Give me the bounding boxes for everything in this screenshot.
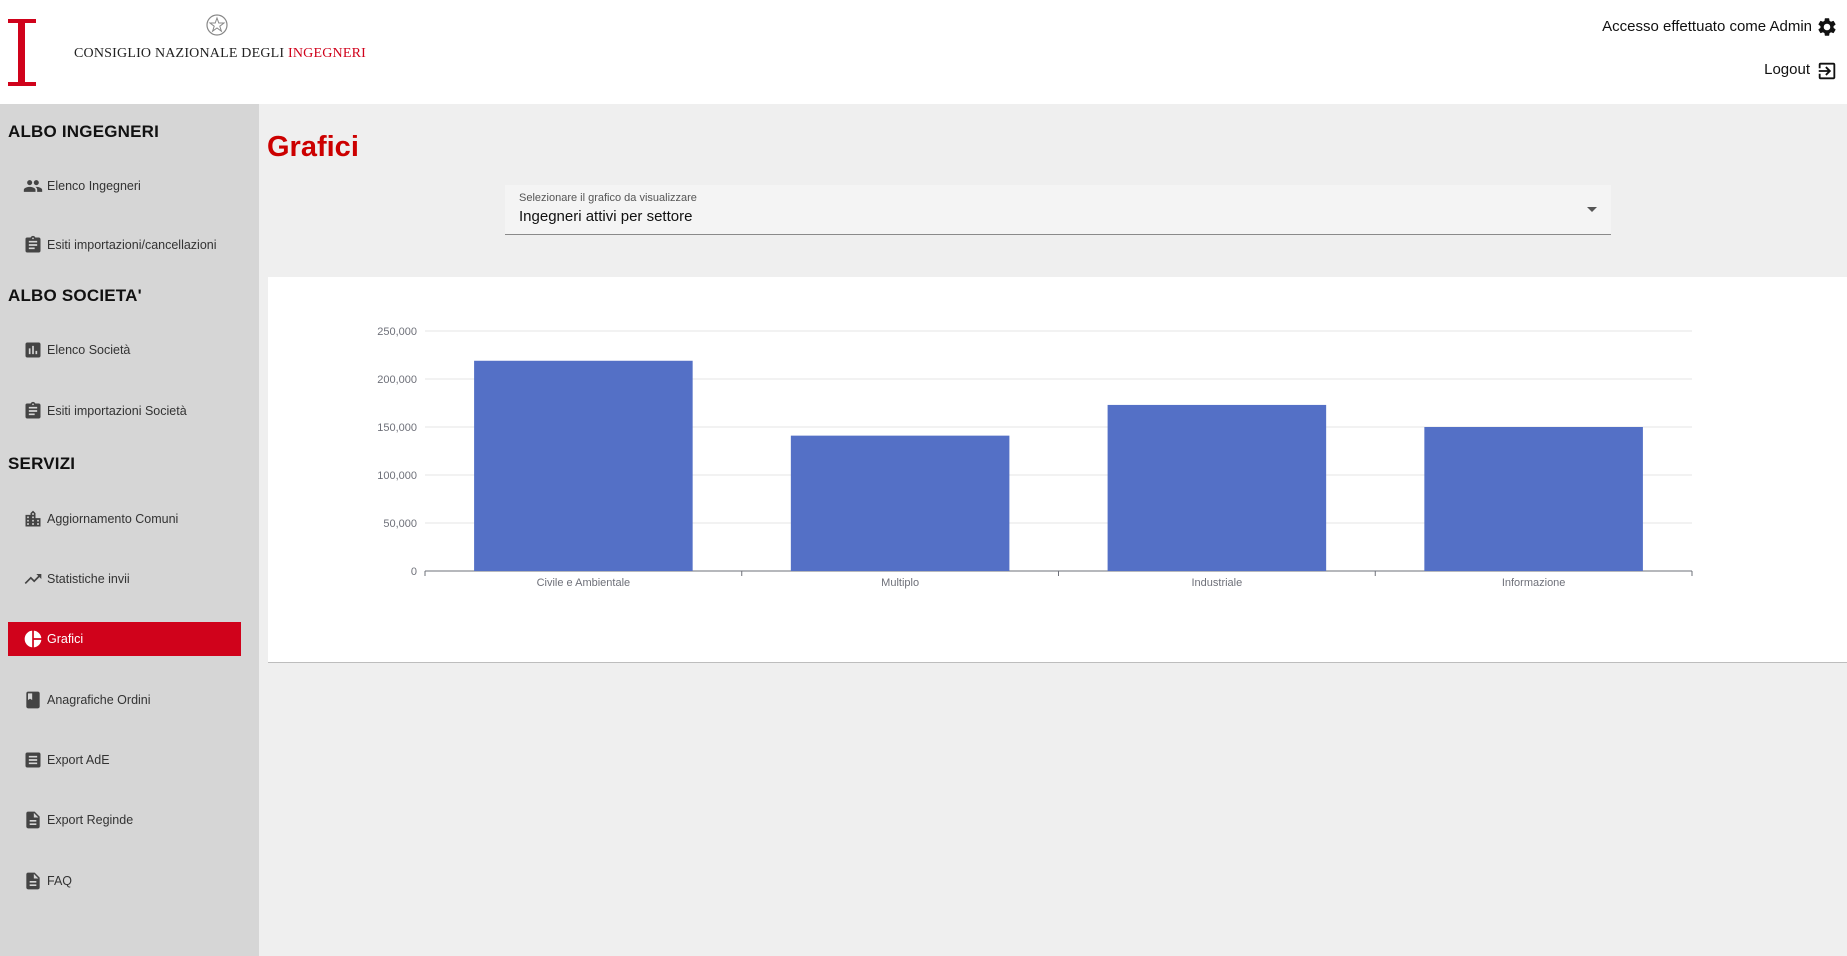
pie-chart-icon xyxy=(23,629,43,649)
bar-chart-icon xyxy=(23,340,43,360)
sidebar-item-export-reginde[interactable]: Export Reginde xyxy=(8,803,241,837)
bar xyxy=(790,435,1010,571)
x-tick-label: Informazione xyxy=(1502,577,1566,589)
sidebar-item-esiti-importazioni-societa[interactable]: Esiti importazioni Società xyxy=(8,394,241,428)
sidebar-item-statistiche-invii[interactable]: Statistiche invii xyxy=(8,562,241,596)
bar xyxy=(1424,427,1643,571)
sidebar-item-label: Elenco Ingegneri xyxy=(47,179,141,193)
clipboard-icon xyxy=(23,401,43,421)
app-header: CONSIGLIO NAZIONALE DEGLI INGEGNERI Acce… xyxy=(0,0,1847,104)
chart-select-dropdown[interactable]: Selezionare il grafico da visualizzare I… xyxy=(505,185,1611,235)
chart-select-value: Ingegneri attivi per settore xyxy=(519,208,693,225)
y-tick-label: 250,000 xyxy=(377,326,417,338)
logout-link[interactable]: Logout xyxy=(1764,61,1810,78)
people-icon xyxy=(23,176,43,196)
republic-emblem-icon xyxy=(206,14,228,36)
x-tick-label: Multiplo xyxy=(881,577,919,589)
section-title-servizi: SERVIZI xyxy=(8,454,76,473)
x-tick-label: Civile e Ambientale xyxy=(537,577,631,589)
sidebar-item-label: Esiti importazioni Società xyxy=(47,404,187,418)
sidebar-item-label: Grafici xyxy=(47,632,84,646)
sidebar-item-faq[interactable]: FAQ xyxy=(8,864,241,898)
x-tick-label: Industriale xyxy=(1191,577,1242,589)
y-tick-label: 0 xyxy=(411,566,417,578)
y-tick-label: 50,000 xyxy=(383,518,417,530)
y-tick-label: 150,000 xyxy=(377,422,417,434)
document-icon xyxy=(23,871,43,891)
sidebar-item-esiti-importazioni[interactable]: Esiti importazioni/cancellazioni xyxy=(8,228,241,262)
chart-select-label: Selezionare il grafico da visualizzare xyxy=(519,192,697,204)
sidebar-item-label: Aggiornamento Comuni xyxy=(47,512,179,526)
sidebar-item-label: Elenco Società xyxy=(47,343,131,357)
sidebar-item-elenco-ingegneri[interactable]: Elenco Ingegneri xyxy=(8,169,241,203)
section-title-albo-ingegneri: ALBO INGEGNERI xyxy=(8,122,160,141)
sidebar: ALBO INGEGNERI Elenco Ingegneri Esiti im… xyxy=(0,104,259,956)
section-title-albo-societa: ALBO SOCIETA' xyxy=(8,286,142,305)
chart-card: 0 50,000 100,000 150,000 200,000 250,000 Civil… xyxy=(268,277,1847,663)
clipboard-icon xyxy=(23,235,43,255)
sidebar-item-label: Statistiche invii xyxy=(47,572,130,586)
sidebar-item-label: Esiti importazioni/cancellazioni xyxy=(47,238,217,252)
sidebar-item-label: Anagrafiche Ordini xyxy=(47,693,151,707)
list-icon xyxy=(23,750,43,770)
sidebar-item-label: FAQ xyxy=(47,874,73,888)
page-title: Grafici xyxy=(267,131,359,163)
bar-chart: 0 50,000 100,000 150,000 200,000 250,000 Civil… xyxy=(377,326,1693,589)
bar xyxy=(1107,404,1327,571)
book-icon xyxy=(23,690,43,710)
logout-icon[interactable] xyxy=(1816,60,1838,82)
y-tick-label: 100,000 xyxy=(377,470,417,482)
user-status: Accesso effettuato come Admin xyxy=(1602,18,1812,35)
sidebar-item-elenco-societa[interactable]: Elenco Società xyxy=(8,333,241,367)
sidebar-item-aggiornamento-comuni[interactable]: Aggiornamento Comuni xyxy=(8,502,241,536)
sidebar-item-label: Export AdE xyxy=(47,753,110,767)
building-icon xyxy=(23,509,43,529)
bar xyxy=(474,360,693,571)
sidebar-item-anagrafiche-ordini[interactable]: Anagrafiche Ordini xyxy=(8,683,241,717)
cni-logo-mark xyxy=(8,19,36,86)
y-tick-label: 200,000 xyxy=(377,374,417,386)
sidebar-item-export-ade[interactable]: Export AdE xyxy=(8,743,241,777)
organization-name: CONSIGLIO NAZIONALE DEGLI INGEGNERI xyxy=(74,46,367,61)
trending-up-icon xyxy=(23,569,43,589)
sidebar-item-label: Export Reginde xyxy=(47,813,134,827)
settings-gear-icon[interactable] xyxy=(1816,16,1838,38)
document-icon xyxy=(23,810,43,830)
dropdown-arrow-icon xyxy=(1587,207,1597,212)
sidebar-item-grafici[interactable]: Grafici xyxy=(8,622,241,656)
